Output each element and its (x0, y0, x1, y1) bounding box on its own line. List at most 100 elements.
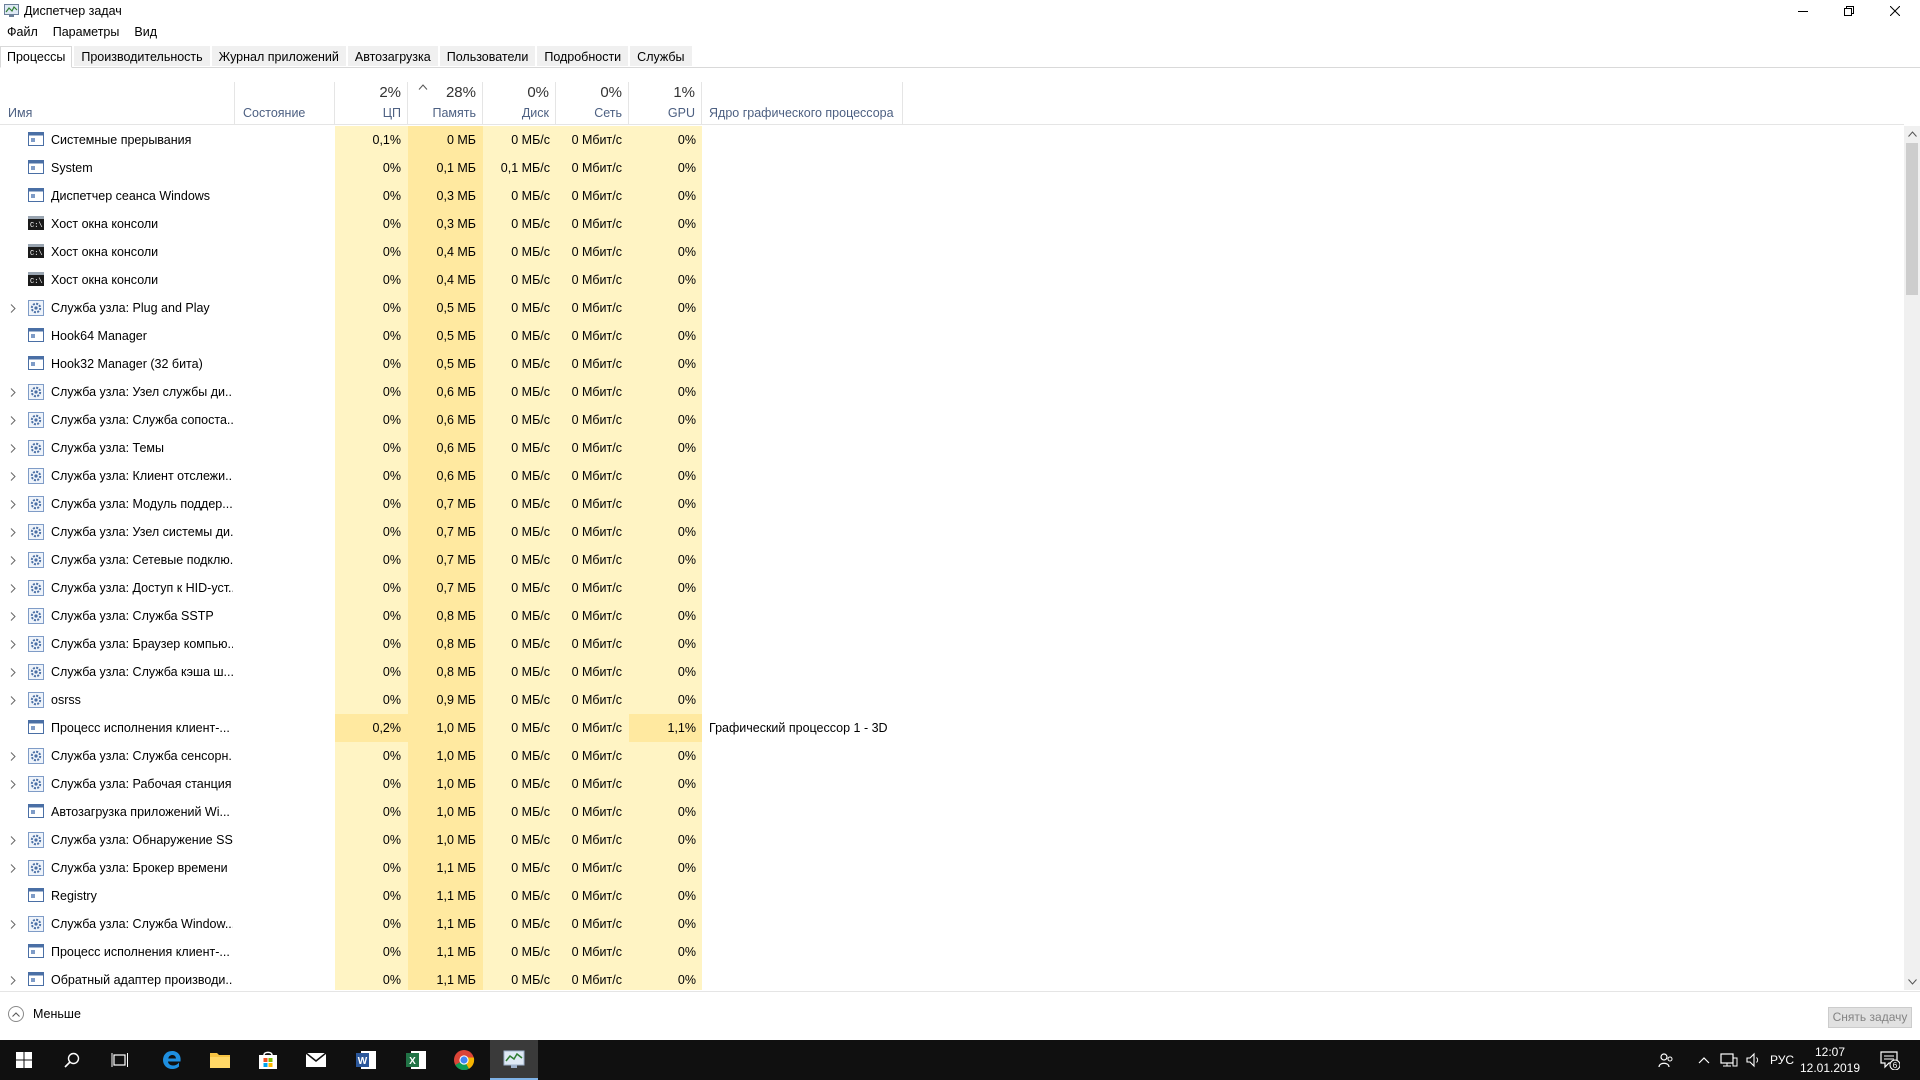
process-row[interactable]: Служба узла: Узел системы ди... 0% 0,7 МБ 0… (0, 518, 1904, 546)
process-row[interactable]: Служба узла: Служба кэша ш... 0% 0,8 МБ 0 М… (0, 658, 1904, 686)
chevron-right-icon[interactable] (6, 826, 20, 854)
process-row[interactable]: Процесс исполнения клиент-... 0,2% 1,0 МБ 0… (0, 714, 1904, 742)
chevron-right-icon[interactable] (6, 602, 20, 630)
process-row[interactable]: Служба узла: Доступ к HID-уст... 0% 0,7 МБ… (0, 574, 1904, 602)
language-indicator[interactable]: РУС (1770, 1040, 1794, 1080)
chevron-right-icon[interactable] (6, 630, 20, 658)
word-taskbar-button[interactable]: W (342, 1040, 390, 1080)
column-cpu[interactable]: 2% ЦП (335, 82, 408, 124)
volume-tray-button[interactable] (1746, 1040, 1762, 1080)
process-row[interactable]: Служба узла: Узел службы ди... 0% 0,6 МБ 0 … (0, 378, 1904, 406)
process-row[interactable]: C:\ Хост окна консоли 0% 0,4 МБ 0 МБ/с 0 Мбит… (0, 266, 1904, 294)
chevron-right-icon[interactable] (6, 966, 20, 990)
excel-taskbar-button[interactable]: X (392, 1040, 440, 1080)
file-explorer-taskbar-button[interactable] (196, 1040, 244, 1080)
process-row[interactable]: Служба узла: Служба сенсорн... 0% 1,0 МБ 0 … (0, 742, 1904, 770)
chevron-right-icon[interactable] (6, 406, 20, 434)
process-row[interactable]: osrss 0% 0,9 МБ 0 МБ/с 0 Мбит/с 0% (0, 686, 1904, 714)
chevron-right-icon[interactable] (6, 910, 20, 938)
chevron-right-icon[interactable] (6, 490, 20, 518)
chevron-right-icon[interactable] (6, 770, 20, 798)
action-center-button[interactable]: 6 (1880, 1040, 1900, 1080)
process-gpu-engine (709, 322, 969, 350)
chevron-right-icon[interactable] (6, 294, 20, 322)
process-row[interactable]: C:\ Хост окна консоли 0% 0,3 МБ 0 МБ/с 0 Мбит… (0, 210, 1904, 238)
chevron-right-icon[interactable] (6, 686, 20, 714)
process-row[interactable]: Registry 0% 1,1 МБ 0 МБ/с 0 Мбит/с 0% (0, 882, 1904, 910)
process-row[interactable]: Служба узла: Рабочая станция 0% 1,0 МБ 0 МБ… (0, 770, 1904, 798)
tab-services[interactable]: Службы (630, 46, 692, 66)
process-cpu: 0% (335, 826, 408, 854)
network-tray-button[interactable] (1720, 1040, 1738, 1080)
menu-view[interactable]: Вид (127, 23, 165, 43)
task-view-button[interactable] (96, 1040, 144, 1080)
process-row[interactable]: Служба узла: Служба сопоста... 0% 0,6 МБ 0 … (0, 406, 1904, 434)
column-name[interactable]: Имя (0, 82, 235, 124)
tab-details[interactable]: Подробности (537, 46, 629, 66)
process-row[interactable]: Служба узла: Модуль поддер... 0% 0,7 МБ 0 М… (0, 490, 1904, 518)
process-row[interactable]: Служба узла: Браузер компью... 0% 0,8 МБ 0 … (0, 630, 1904, 658)
column-gpu[interactable]: 1% GPU (629, 82, 702, 124)
column-disk[interactable]: 0% Диск (483, 82, 556, 124)
chevron-right-icon[interactable] (6, 742, 20, 770)
process-row[interactable]: System 0% 0,1 МБ 0,1 МБ/с 0 Мбит/с 0% (0, 154, 1904, 182)
process-row[interactable]: Служба узла: Служба Window... 0% 1,1 МБ 0 М… (0, 910, 1904, 938)
process-row[interactable]: Служба узла: Plug and Play 0% 0,5 МБ 0 МБ/с… (0, 294, 1904, 322)
chevron-right-icon[interactable] (6, 462, 20, 490)
restore-button[interactable] (1826, 0, 1872, 22)
chevron-right-icon[interactable] (6, 854, 20, 882)
close-button[interactable] (1872, 0, 1918, 22)
process-row[interactable]: Hook32 Manager (32 бита) 0% 0,5 МБ 0 МБ/с 0 … (0, 350, 1904, 378)
process-row[interactable]: C:\ Хост окна консоли 0% 0,4 МБ 0 МБ/с 0 Мбит… (0, 238, 1904, 266)
process-row[interactable]: Системные прерывания 0,1% 0 МБ 0 МБ/с 0 Мбит… (0, 126, 1904, 154)
chevron-right-icon[interactable] (6, 518, 20, 546)
column-state[interactable]: Состояние (235, 82, 335, 124)
vertical-scrollbar[interactable] (1904, 126, 1920, 990)
scroll-up-button[interactable] (1904, 126, 1920, 142)
fewer-details-button[interactable]: Меньше (8, 1006, 81, 1022)
tab-users[interactable]: Пользователи (439, 46, 536, 66)
process-network: 0 Мбит/с (556, 602, 629, 630)
search-button[interactable] (48, 1040, 96, 1080)
process-row[interactable]: Служба узла: Обнаружение SS... 0% 1,0 МБ 0 … (0, 826, 1904, 854)
process-gpu-engine (709, 770, 969, 798)
scrollbar-thumb[interactable] (1906, 143, 1918, 295)
process-row[interactable]: Процесс исполнения клиент-... 0% 1,1 МБ 0 М… (0, 938, 1904, 966)
show-hidden-icons-button[interactable] (1698, 1040, 1710, 1080)
process-row[interactable]: Служба узла: Брокер времени 0% 1,1 МБ 0 МБ/… (0, 854, 1904, 882)
process-row[interactable]: Служба узла: Клиент отслежи... 0% 0,6 МБ 0 … (0, 462, 1904, 490)
process-row[interactable]: Автозагрузка приложений Wi... 0% 1,0 МБ 0 М… (0, 798, 1904, 826)
minimize-button[interactable] (1780, 0, 1826, 22)
edge-taskbar-button[interactable] (148, 1040, 196, 1080)
chevron-right-icon[interactable] (6, 378, 20, 406)
task-manager-taskbar-button[interactable] (490, 1040, 538, 1080)
process-row[interactable]: Hook64 Manager 0% 0,5 МБ 0 МБ/с 0 Мбит/с 0% (0, 322, 1904, 350)
menu-file[interactable]: Файл (0, 23, 46, 43)
process-row[interactable]: Обратный адаптер производи... 0% 1,1 МБ 0 М… (0, 966, 1904, 990)
clock[interactable]: 12:07 12.01.2019 (1798, 1044, 1862, 1076)
process-gpu-engine: Графический процессор 1 - 3D (709, 721, 888, 735)
process-row[interactable]: Служба узла: Служба SSTP 0% 0,8 МБ 0 МБ/с 0 … (0, 602, 1904, 630)
tab-processes[interactable]: Процессы (0, 46, 73, 68)
chevron-right-icon[interactable] (6, 434, 20, 462)
start-button[interactable] (0, 1040, 48, 1080)
svg-text:C:\: C:\ (30, 278, 43, 286)
tab-performance[interactable]: Производительность (74, 46, 210, 66)
chevron-right-icon[interactable] (6, 658, 20, 686)
chevron-right-icon[interactable] (6, 574, 20, 602)
process-row[interactable]: Служба узла: Сетевые подклю... 0% 0,7 МБ 0 … (0, 546, 1904, 574)
menu-options[interactable]: Параметры (46, 23, 128, 43)
chevron-right-icon[interactable] (6, 546, 20, 574)
people-button[interactable] (1658, 1040, 1674, 1080)
column-gpu-engine[interactable]: Ядро графического процессора (702, 82, 903, 124)
process-row[interactable]: Диспетчер сеанса Windows 0% 0,3 МБ 0 МБ/с 0 … (0, 182, 1904, 210)
chrome-taskbar-button[interactable] (440, 1040, 488, 1080)
column-network[interactable]: 0% Сеть (556, 82, 629, 124)
end-task-button[interactable]: Снять задачу (1828, 1007, 1912, 1028)
tab-app-history[interactable]: Журнал приложений (211, 46, 346, 66)
store-taskbar-button[interactable] (244, 1040, 292, 1080)
scroll-down-button[interactable] (1904, 974, 1920, 990)
mail-taskbar-button[interactable] (292, 1040, 340, 1080)
process-row[interactable]: Служба узла: Темы 0% 0,6 МБ 0 МБ/с 0 Мбит/с 0… (0, 434, 1904, 462)
tab-startup[interactable]: Автозагрузка (347, 46, 438, 66)
